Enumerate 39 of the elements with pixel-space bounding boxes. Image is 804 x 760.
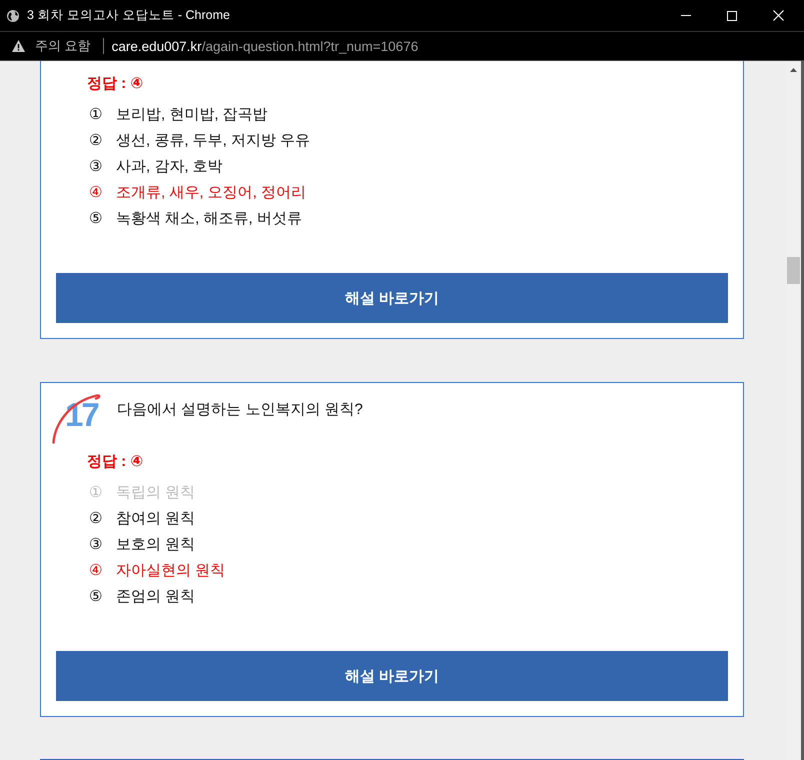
minimize-icon: [681, 15, 691, 16]
scrollbar-thumb[interactable]: [787, 257, 800, 284]
question-number: 17: [64, 401, 98, 429]
window-title: 3 회차 모의고사 오답노트 - Chrome: [27, 7, 230, 24]
option-marker: ③: [89, 157, 104, 175]
option-marker: ②: [89, 509, 104, 527]
option-marker: ⑤: [89, 209, 104, 227]
correct-answer: 정답 : ④: [86, 74, 144, 94]
option-text: 생선, 콩류, 두부, 저지방 우유: [116, 130, 310, 150]
explanation-button[interactable]: 해설 바로가기: [56, 273, 728, 323]
scroll-up-icon[interactable]: [790, 68, 797, 72]
option-marker: ②: [89, 131, 104, 149]
option-text: 독립의 원칙: [116, 482, 196, 502]
option-marker: ①: [89, 105, 104, 123]
scrollbar[interactable]: [786, 61, 801, 760]
security-status[interactable]: 주의 요함: [35, 37, 91, 55]
option-text: 사과, 감자, 호박: [116, 156, 223, 176]
option-text: 조개류, 새우, 오징어, 정어리: [116, 182, 306, 202]
close-icon: [772, 10, 784, 21]
option-text: 보리밥, 현미밥, 잡곡밥: [116, 104, 268, 124]
option-text: 녹황색 채소, 해조류, 버섯류: [116, 208, 302, 228]
option-marker: ③: [89, 535, 104, 553]
option-marker: ⑤: [89, 587, 104, 605]
option-text: 참여의 원칙: [116, 508, 196, 528]
pen-stroke-icon: [52, 393, 101, 444]
correct-answer: 정답 : ④: [86, 452, 144, 472]
question-text: 다음에서 설명하는 노인복지의 원칙?: [117, 400, 363, 420]
url-path: /again-question.html?tr_num=10676: [202, 38, 418, 54]
option-text: 존엄의 원칙: [116, 586, 196, 606]
globe-icon: [7, 10, 19, 22]
explanation-button[interactable]: 해설 바로가기: [56, 651, 728, 701]
url-host: care.edu007.kr: [112, 38, 202, 54]
option-marker: ④: [89, 183, 104, 201]
option-text: 자아실현의 원칙: [116, 560, 226, 580]
maximize-icon: [727, 10, 737, 20]
option-text: 보호의 원칙: [116, 534, 196, 554]
warning-icon: [12, 40, 25, 52]
option-marker: ④: [89, 561, 104, 579]
option-marker: ①: [89, 483, 104, 501]
